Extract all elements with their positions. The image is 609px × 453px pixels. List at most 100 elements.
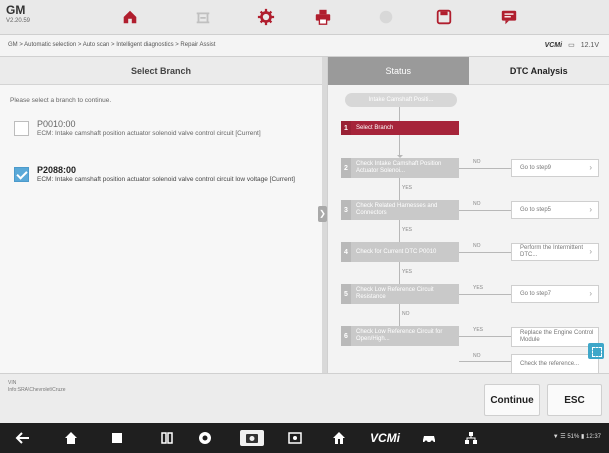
step-text: Check Intake Camshaft Position Actuator … xyxy=(356,161,442,174)
step-result-box[interactable]: Go to step5 › xyxy=(511,201,599,219)
vin-label: VIN xyxy=(8,380,17,386)
repair-flowchart: Intake Camshaft Positi... 1 Select Branc… xyxy=(328,85,609,373)
instruction-text: Please select a branch to continue. xyxy=(10,97,112,104)
network-icon[interactable] xyxy=(462,430,480,446)
branch-label: NO xyxy=(473,243,481,249)
step-text: Select Branch xyxy=(356,124,394,131)
connector-label: YES xyxy=(402,185,413,191)
step-result-box[interactable]: Check the reference... xyxy=(511,354,599,373)
vci-status: VCMi ▭ 12.1V xyxy=(544,41,599,50)
chevron-right-icon: › xyxy=(589,163,592,172)
step-number: 4 xyxy=(341,242,351,262)
browser-icon[interactable] xyxy=(196,430,214,446)
branch-label: NO xyxy=(473,353,481,359)
flow-step-3[interactable]: 3 Check Related Harnesses and Connectors xyxy=(341,200,459,220)
flow-step-4[interactable]: 4 Check for Current DTC P0010 xyxy=(341,242,459,262)
split-screen-icon[interactable] xyxy=(158,430,176,446)
branch-label: YES xyxy=(473,285,484,291)
action-footer: VIN Info:SRA\Chevrolet\Cruze Continue ES… xyxy=(0,373,609,423)
panel-title: Select Branch xyxy=(0,57,322,85)
flow-step-2[interactable]: 2 Check Intake Camshaft Position Actuato… xyxy=(341,158,459,178)
vehicle-make: GM xyxy=(6,3,26,17)
recent-apps-icon[interactable] xyxy=(108,430,126,446)
step-number: 3 xyxy=(341,200,351,220)
home-icon[interactable] xyxy=(62,430,80,446)
flow-connector xyxy=(399,178,400,200)
chevron-right-icon: › xyxy=(589,205,592,214)
branch-description: ECM: Intake camshaft position actuator s… xyxy=(37,176,295,183)
tab-bar: Status DTC Analysis xyxy=(328,57,609,85)
software-version: V2.20.59 xyxy=(6,18,31,24)
voltage-value: 12.1V xyxy=(580,41,599,49)
breadcrumb: GM > Automatic selection > Auto scan > I… xyxy=(8,42,216,48)
chat-icon[interactable] xyxy=(497,6,521,28)
tab-dtc-analysis[interactable]: DTC Analysis xyxy=(468,57,609,85)
flow-connector xyxy=(399,107,400,121)
result-text: Go to step9 xyxy=(520,164,552,171)
connector-label: NO xyxy=(402,311,410,317)
chevron-right-icon: › xyxy=(589,247,592,256)
screen-record-icon[interactable] xyxy=(286,430,304,446)
branch-checkbox[interactable] xyxy=(14,121,29,136)
step-result-box[interactable]: Replace the Engine Control Module xyxy=(511,327,599,347)
step-result-box[interactable]: Go to step9 › xyxy=(511,159,599,177)
fullscreen-toggle-icon[interactable] xyxy=(588,343,604,359)
branch-label: YES xyxy=(473,327,484,333)
home-icon[interactable] xyxy=(118,6,142,28)
system-status: ▼ ☰ 51% ▮ 12:37 xyxy=(552,434,601,440)
back-icon[interactable] xyxy=(14,430,32,446)
branch-option[interactable]: P2088:00 ECM: Intake camshaft position a… xyxy=(14,165,322,184)
branch-description: ECM: Intake camshaft position actuator s… xyxy=(37,130,261,137)
branch-option[interactable]: P0010:00 ECM: Intake camshaft position a… xyxy=(14,119,322,138)
home-house-icon[interactable] xyxy=(330,430,348,446)
gear-icon[interactable] xyxy=(254,6,278,28)
vin-value: Info:SRA\Chevrolet\Cruze xyxy=(8,387,66,393)
result-text: Check the reference... xyxy=(520,360,580,367)
step-number: 1 xyxy=(341,121,351,135)
vcmi-icon[interactable]: VCMi xyxy=(370,430,400,446)
connector-label: YES xyxy=(402,269,413,275)
step-text: Check Low Reference Circuit Resistance xyxy=(356,287,434,300)
branch-code: P0010:00 xyxy=(37,119,76,129)
flow-title-pill[interactable]: Intake Camshaft Positi... xyxy=(345,93,457,107)
save-icon[interactable] xyxy=(432,6,456,28)
panel-collapse-handle[interactable]: ❯ xyxy=(318,206,327,222)
continue-button[interactable]: Continue xyxy=(484,384,540,416)
flow-step-5[interactable]: 5 Check Low Reference Circuit Resistance xyxy=(341,284,459,304)
esc-button[interactable]: ESC xyxy=(547,384,602,416)
brand-block: GM V2.20.59 xyxy=(6,4,30,25)
step-number: 2 xyxy=(341,158,351,178)
flow-connector xyxy=(399,304,400,326)
flow-branch-line xyxy=(459,210,511,211)
vehicle-lift-icon[interactable] xyxy=(191,6,215,28)
step-result-box[interactable]: Perform the Intermittent DTC... › xyxy=(511,243,599,261)
breadcrumb-bar: GM > Automatic selection > Auto scan > I… xyxy=(0,35,609,57)
help-icon[interactable] xyxy=(374,6,398,28)
top-toolbar: GM V2.20.59 xyxy=(0,0,609,35)
flow-branch-line xyxy=(459,361,511,362)
flow-branch-line xyxy=(459,252,511,253)
connector-label: YES xyxy=(402,227,413,233)
branch-checkbox-checked[interactable] xyxy=(14,167,29,182)
flow-connector xyxy=(399,135,400,157)
branch-label: NO xyxy=(473,159,481,165)
step-result-box[interactable]: Go to step7 › xyxy=(511,285,599,303)
branch-label: NO xyxy=(473,201,481,207)
branch-code: P2088:00 xyxy=(37,165,77,175)
camera-icon[interactable] xyxy=(240,430,264,446)
step-text: Check for Current DTC P0010 xyxy=(356,248,437,255)
select-branch-panel: Select Branch Please select a branch to … xyxy=(0,57,322,373)
result-text: Perform the Intermittent DTC... xyxy=(520,245,584,258)
battery-icon: ▭ xyxy=(568,42,575,49)
car-icon[interactable] xyxy=(420,430,438,446)
tab-status[interactable]: Status xyxy=(328,57,469,85)
flow-step-1[interactable]: 1 Select Branch xyxy=(341,121,459,135)
status-panel: Status DTC Analysis Intake Camshaft Posi… xyxy=(327,57,609,373)
vci-label: VCMi xyxy=(544,41,563,49)
flow-branch-line xyxy=(459,336,511,337)
step-number: 6 xyxy=(341,326,351,346)
flow-step-6[interactable]: 6 Check Low Reference Circuit for Open/H… xyxy=(341,326,459,346)
printer-icon[interactable] xyxy=(311,6,335,28)
flow-branch-line xyxy=(459,168,511,169)
result-text: Go to step5 xyxy=(520,206,552,213)
